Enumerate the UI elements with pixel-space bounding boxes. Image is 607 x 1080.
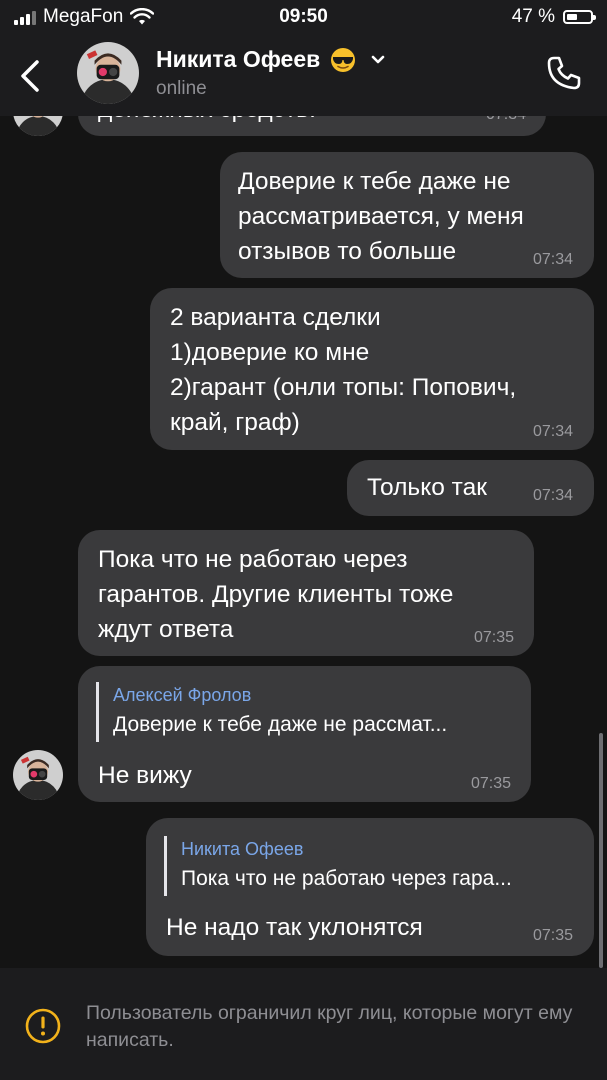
reply-quote[interactable]: Алексей Фролов Доверие к тебе даже не ра… bbox=[96, 682, 447, 742]
reply-text: Доверие к тебе даже не рассмат... bbox=[113, 713, 448, 736]
phone-icon[interactable] bbox=[545, 54, 583, 92]
warning-icon bbox=[25, 1008, 61, 1044]
message-time: 07:35 bbox=[470, 775, 511, 792]
reply-author: Никита Офеев bbox=[181, 839, 304, 859]
message-bubble-incoming[interactable]: Пока что не работаю через гарантов. Друг… bbox=[78, 530, 534, 656]
message-time: 07:34 bbox=[532, 423, 573, 440]
message-bubble-outgoing-reply[interactable]: Никита Офеев Пока что не работаю через г… bbox=[146, 818, 594, 956]
message-text-line: 2)гарант (онли топы: Попович, bbox=[170, 374, 517, 401]
message-text-line: ждут ответа bbox=[98, 616, 234, 643]
battery-percent: 47 % bbox=[511, 6, 555, 27]
reply-author: Алексей Фролов bbox=[113, 685, 252, 705]
message-time: 07:34 bbox=[532, 251, 573, 268]
chat-header: Никита Офеев online bbox=[0, 36, 607, 116]
message-text-line: Пока что не работаю через bbox=[98, 546, 408, 573]
contact-avatar[interactable] bbox=[77, 42, 139, 104]
message-bubble-outgoing[interactable]: Только так 07:34 bbox=[347, 460, 594, 516]
message-text-line: рассматривается, у меня bbox=[238, 203, 524, 230]
restriction-notice: Пользователь ограничил круг лиц, которые… bbox=[0, 968, 607, 1080]
status-bar: MegaFon 09:50 47 % bbox=[0, 0, 607, 36]
message-time: 07:35 bbox=[473, 629, 514, 646]
message-text: Только так bbox=[367, 474, 487, 501]
chevron-down-icon[interactable] bbox=[370, 54, 386, 66]
message-text-line: отзывов то больше bbox=[238, 238, 457, 265]
message-text: Не надо так уклонятся bbox=[166, 914, 423, 941]
contact-title[interactable]: Никита Офеев bbox=[156, 46, 386, 73]
message-text-line: 2 варианта сделки bbox=[170, 304, 381, 331]
sender-avatar[interactable] bbox=[13, 750, 63, 800]
message-time: 07:34 bbox=[532, 487, 573, 504]
reply-quote[interactable]: Никита Офеев Пока что не работаю через г… bbox=[164, 836, 512, 896]
message-time: 07:35 bbox=[532, 927, 573, 944]
reply-text: Пока что не работаю через гара... bbox=[181, 867, 512, 890]
contact-status: online bbox=[156, 78, 207, 99]
message-bubble-outgoing[interactable]: 2 варианта сделки 1)доверие ко мне 2)гар… bbox=[150, 288, 594, 450]
message-text: Не вижу bbox=[98, 762, 192, 789]
message-bubble-outgoing[interactable]: Доверие к тебе даже не рассматривается, … bbox=[220, 152, 594, 278]
message-text-line: гарантов. Другие клиенты тоже bbox=[98, 581, 454, 608]
message-list[interactable]: денежных средств. 07:34 Доверие к тебе д… bbox=[0, 0, 607, 968]
message-text-line: 1)доверие ко мне bbox=[170, 339, 370, 366]
message-text-line: край, граф) bbox=[170, 409, 300, 436]
message-bubble-incoming-reply[interactable]: Алексей Фролов Доверие к тебе даже не ра… bbox=[78, 666, 531, 802]
scrollbar[interactable] bbox=[599, 733, 603, 968]
sunglasses-emoji-icon bbox=[331, 47, 356, 72]
back-chevron-icon[interactable] bbox=[16, 58, 46, 94]
notice-text: Пользователь ограничил круг лиц, которые… bbox=[86, 1002, 573, 1051]
message-text-line: Доверие к тебе даже не bbox=[238, 168, 511, 195]
contact-name: Никита Офеев bbox=[156, 46, 321, 72]
battery-icon bbox=[563, 10, 596, 24]
